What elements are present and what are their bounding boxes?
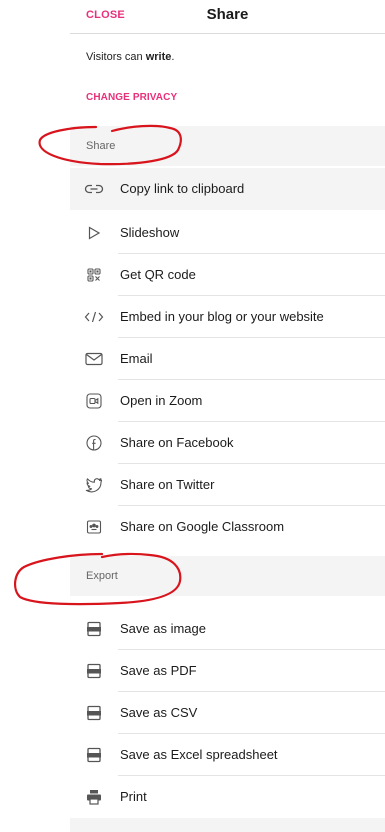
slideshow-label: Slideshow (120, 225, 180, 240)
save-csv-label: Save as CSV (120, 705, 198, 720)
share-section-header: Share (70, 126, 385, 166)
privacy-status: Visitors can write. (86, 51, 174, 63)
csv-file-icon (84, 703, 104, 723)
zoom-icon (84, 391, 104, 411)
page-title: Share (206, 6, 249, 23)
privacy-permission: write (145, 51, 172, 63)
print-item[interactable]: Print (70, 776, 385, 818)
embed-item[interactable]: Embed in your blog or your website (70, 296, 385, 338)
xls-file-icon (84, 745, 104, 765)
zoom-item[interactable]: Open in Zoom (70, 380, 385, 422)
save-image-item[interactable]: Save as image (70, 608, 385, 650)
google-classroom-item[interactable]: Share on Google Classroom (70, 506, 385, 548)
link-icon (84, 179, 104, 199)
email-label: Email (120, 351, 153, 366)
privacy-suffix: . (171, 51, 175, 63)
google-classroom-label: Share on Google Classroom (120, 519, 285, 534)
printer-icon (84, 787, 104, 807)
google-classroom-icon (84, 517, 104, 537)
code-icon (84, 307, 104, 327)
save-excel-label: Save as Excel spreadsheet (120, 747, 278, 762)
qr-code-icon (84, 265, 104, 285)
twitter-icon (84, 475, 104, 495)
copy-link-label: Copy link to clipboard (120, 181, 245, 196)
save-pdf-item[interactable]: Save as PDF (70, 650, 385, 692)
embed-label: Embed in your blog or your website (120, 309, 324, 324)
envelope-icon (84, 349, 104, 369)
zoom-label: Open in Zoom (120, 393, 203, 408)
print-label: Print (120, 789, 147, 804)
slideshow-item[interactable]: Slideshow (70, 212, 385, 254)
save-excel-item[interactable]: Save as Excel spreadsheet (70, 734, 385, 776)
save-image-label: Save as image (120, 621, 206, 636)
email-item[interactable]: Email (70, 338, 385, 380)
share-header: CLOSE Share (70, 0, 385, 34)
png-file-icon (84, 619, 104, 639)
facebook-icon (84, 433, 104, 453)
play-icon (84, 223, 104, 243)
change-privacy-button[interactable]: CHANGE PRIVACY (86, 92, 177, 103)
pdf-file-icon (84, 661, 104, 681)
qr-code-item[interactable]: Get QR code (70, 254, 385, 296)
facebook-item[interactable]: Share on Facebook (70, 422, 385, 464)
bottom-bar (70, 818, 385, 832)
save-pdf-label: Save as PDF (120, 663, 197, 678)
privacy-prefix: Visitors can (86, 51, 146, 63)
qr-code-label: Get QR code (120, 267, 196, 282)
export-section-header: Export (70, 556, 385, 596)
copy-link-item[interactable]: Copy link to clipboard (70, 168, 385, 210)
twitter-item[interactable]: Share on Twitter (70, 464, 385, 506)
twitter-label: Share on Twitter (120, 477, 215, 492)
facebook-label: Share on Facebook (120, 435, 234, 450)
share-panel: CLOSE Share Visitors can write. CHANGE P… (70, 0, 385, 832)
save-csv-item[interactable]: Save as CSV (70, 692, 385, 734)
